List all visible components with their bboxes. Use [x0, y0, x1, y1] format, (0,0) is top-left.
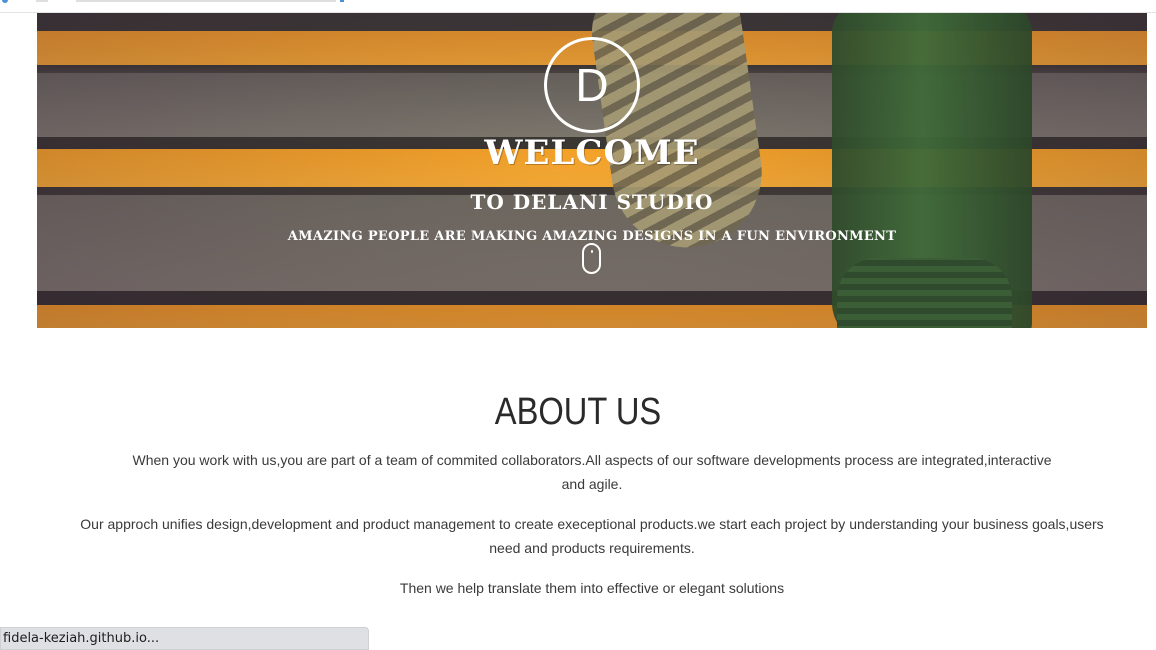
hero-banner: D WELCOME TO DELANI STUDIO AMAZING PEOPL… [37, 13, 1147, 328]
tab-favicon-icon [2, 0, 8, 3]
about-paragraph-1: When you work with us,you are part of a … [132, 452, 1052, 492]
logo-letter: D [575, 59, 609, 111]
about-title: ABOUT US [494, 391, 662, 433]
browser-top-strip [0, 0, 1156, 13]
top-strip-fragment [36, 0, 336, 2]
about-paragraph-2: Our approch unifies design,development a… [80, 516, 1104, 556]
top-strip-fragment-accent [340, 0, 344, 2]
mouse-icon[interactable] [582, 243, 601, 274]
hero-studio-subheading: TO DELANI STUDIO [470, 190, 714, 214]
hero-welcome-heading: WELCOME [484, 133, 700, 173]
hero-tagline: AMAZING PEOPLE ARE MAKING AMAZING DESIGN… [287, 229, 897, 244]
logo: D [544, 37, 640, 133]
about-paragraph-3: Then we help translate them into effecti… [399, 580, 785, 596]
hero-cuff-image [837, 258, 1012, 328]
mouse-wheel-icon [591, 250, 593, 253]
status-bar-url: fidela-keziah.github.io... [0, 627, 369, 650]
